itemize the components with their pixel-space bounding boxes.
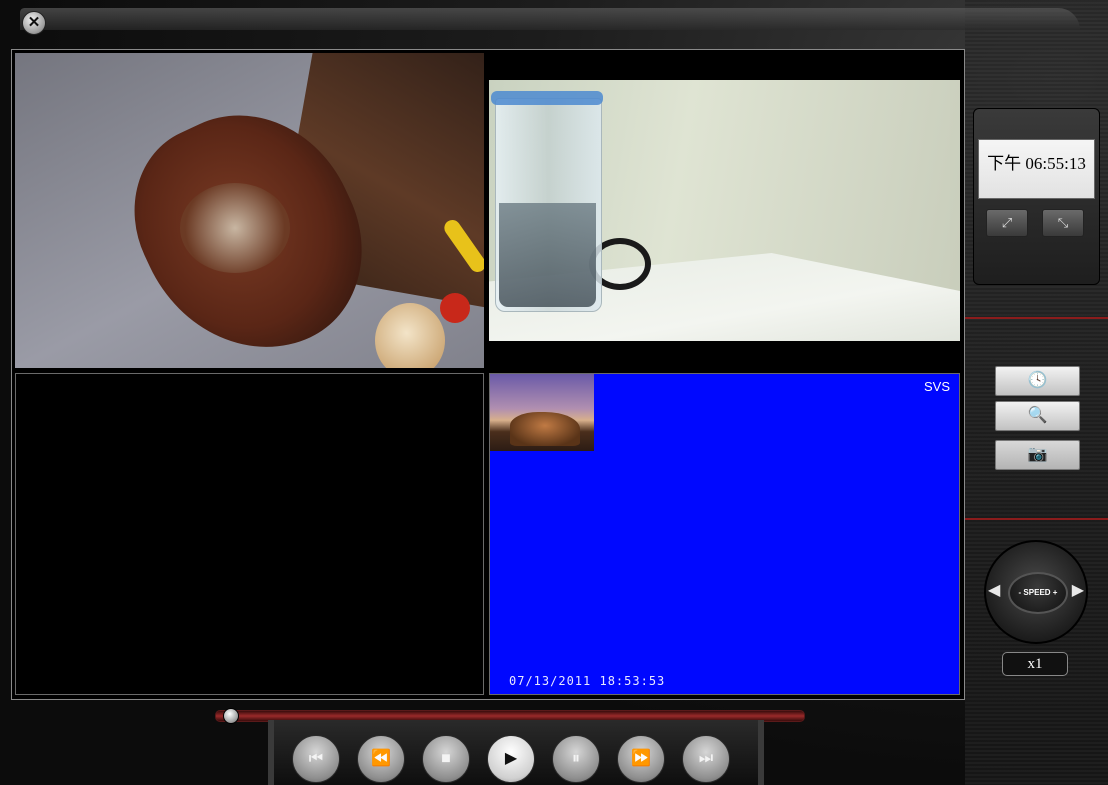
play-button[interactable]: ▶ — [487, 735, 535, 783]
fullscreen-button[interactable]: ⤢ — [986, 209, 1028, 237]
video-channel-1[interactable] — [15, 53, 484, 368]
video-channel-4[interactable]: SVS 07/13/2011 18:53:53 — [489, 373, 960, 695]
video-object — [375, 303, 445, 368]
video-object — [491, 91, 603, 105]
speed-down-arrow-icon[interactable]: ◀ — [988, 580, 1000, 600]
snapshot-button[interactable]: 📷 — [995, 440, 1080, 470]
divider — [965, 317, 1108, 319]
divider — [965, 518, 1108, 520]
letterbox-bottom — [489, 341, 960, 368]
video-channel-2[interactable] — [489, 53, 960, 368]
previous-frame-button[interactable]: ⏪ — [357, 735, 405, 783]
clock-display: 下午 06:55:13 — [978, 139, 1095, 199]
stop-button[interactable]: ■ — [422, 735, 470, 783]
close-button[interactable]: ✕ — [22, 11, 46, 35]
progress-handle[interactable] — [223, 708, 239, 724]
next-frame-button[interactable]: ⏩ — [617, 735, 665, 783]
search-button[interactable]: 🔍 — [995, 401, 1080, 431]
title-bar — [20, 8, 1080, 30]
video-channel-3[interactable] — [15, 373, 484, 695]
skip-to-start-button[interactable]: ⏮ — [292, 735, 340, 783]
video-object — [180, 183, 290, 273]
osd-title: SVS — [923, 379, 950, 394]
video-object — [440, 293, 470, 323]
clock-time: 下午 06:55:13 — [987, 154, 1086, 173]
speed-value: x1 — [1002, 652, 1068, 676]
speed-up-arrow-icon[interactable]: ▶ — [1072, 580, 1084, 600]
restore-view-button[interactable]: ⤡ — [1042, 209, 1084, 237]
skip-to-end-button[interactable]: ⏭ — [682, 735, 730, 783]
clock-panel: 下午 06:55:13 ⤢ ⤡ — [973, 108, 1100, 285]
letterbox-top — [489, 53, 960, 80]
preview-thumbnail — [490, 374, 594, 451]
osd-timestamp: 07/13/2011 18:53:53 — [509, 674, 666, 688]
video-grid: SVS 07/13/2011 18:53:53 — [11, 49, 965, 700]
speed-label: - SPEED + — [1008, 572, 1068, 614]
speed-dial: ◀ - SPEED + ▶ — [984, 540, 1088, 644]
pause-button[interactable]: ⏸ — [552, 735, 600, 783]
schedule-search-button[interactable]: 🕓 — [995, 366, 1080, 396]
video-object — [499, 203, 596, 307]
thumbnail-scene — [510, 412, 580, 446]
